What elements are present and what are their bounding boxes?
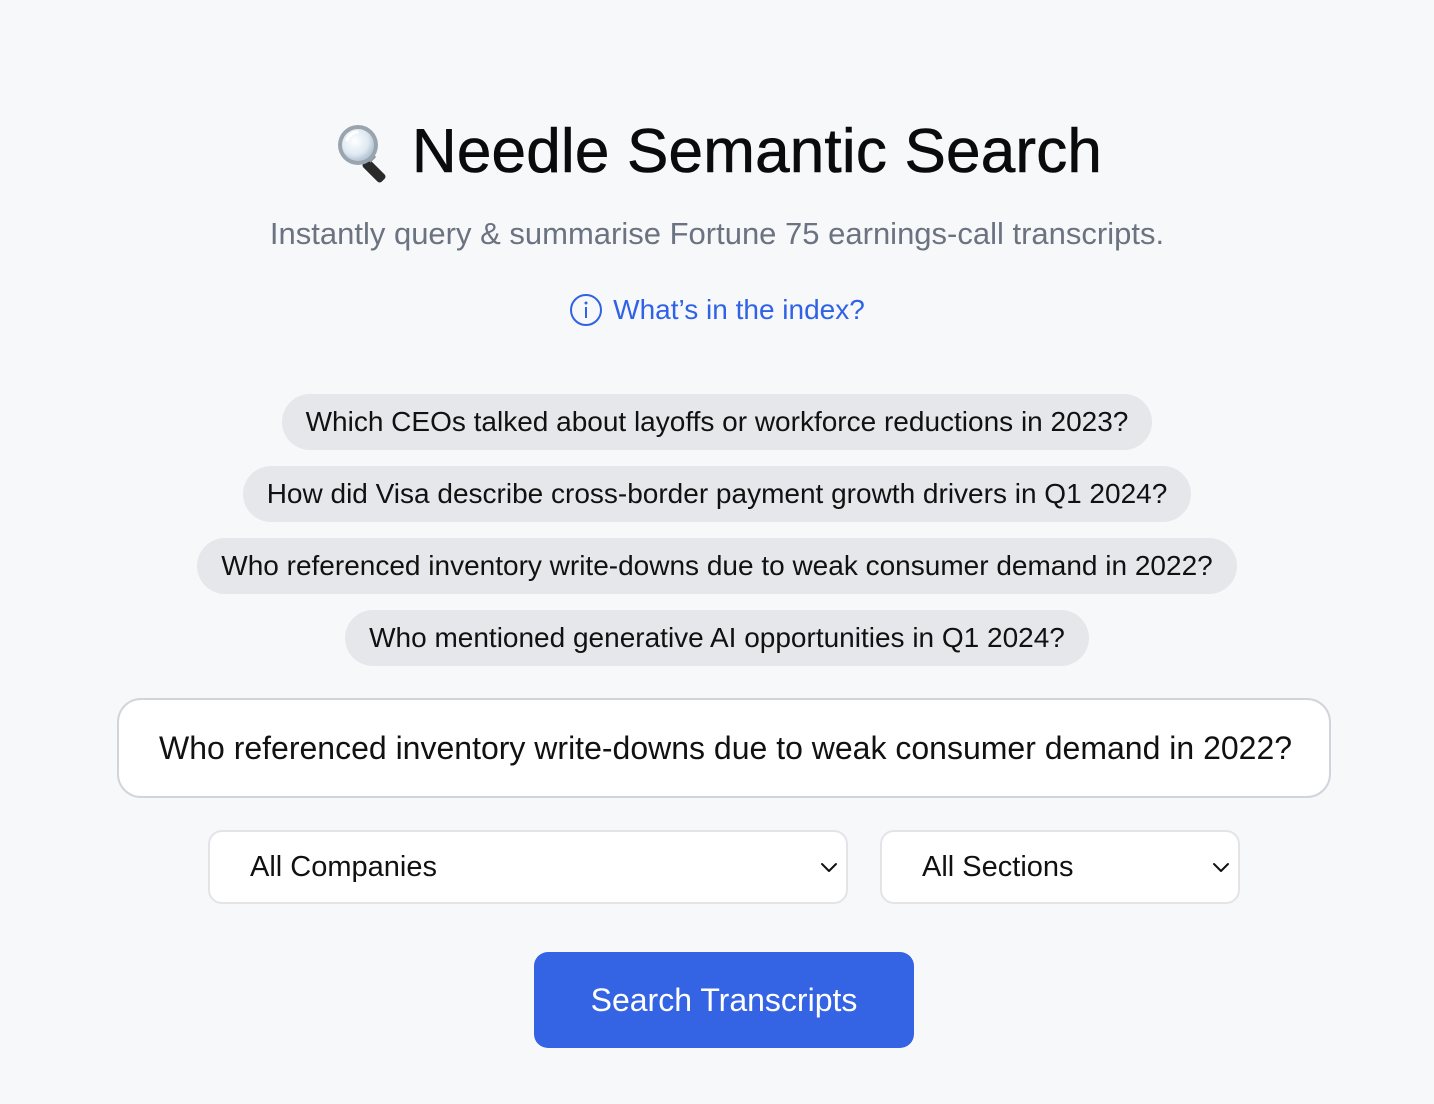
section-select-value: All Sections (922, 850, 1074, 883)
suggestion-list: Which CEOs talked about layoffs or workf… (0, 394, 1434, 666)
info-icon (569, 293, 603, 327)
company-select[interactable]: All Companies (208, 830, 848, 904)
suggestion-chip[interactable]: Which CEOs talked about layoffs or workf… (281, 394, 1153, 450)
company-select-value: All Companies (250, 850, 437, 883)
query-box (117, 698, 1331, 798)
chevron-down-icon (1210, 856, 1232, 878)
suggestion-chip[interactable]: How did Visa describe cross-border payme… (242, 466, 1192, 522)
suggestion-chip[interactable]: Who mentioned generative AI opportunitie… (345, 610, 1089, 666)
page-header: Needle Semantic Search (0, 112, 1434, 192)
suggestion-chip[interactable]: Who referenced inventory write-downs due… (197, 538, 1237, 594)
page-title: Needle Semantic Search (411, 117, 1103, 186)
page-subtitle: Instantly query & summarise Fortune 75 e… (269, 216, 1165, 251)
search-page: Needle Semantic Search Instantly query &… (0, 0, 1434, 1104)
whats-in-index-link[interactable]: What’s in the index? (0, 290, 1434, 330)
whats-in-index-label: What’s in the index? (613, 294, 865, 325)
query-input[interactable] (159, 700, 1293, 796)
search-transcripts-button[interactable]: Search Transcripts (534, 952, 914, 1048)
section-select[interactable]: All Sections (880, 830, 1240, 904)
magnifying-glass-icon (332, 119, 398, 185)
chevron-down-icon (818, 856, 840, 878)
